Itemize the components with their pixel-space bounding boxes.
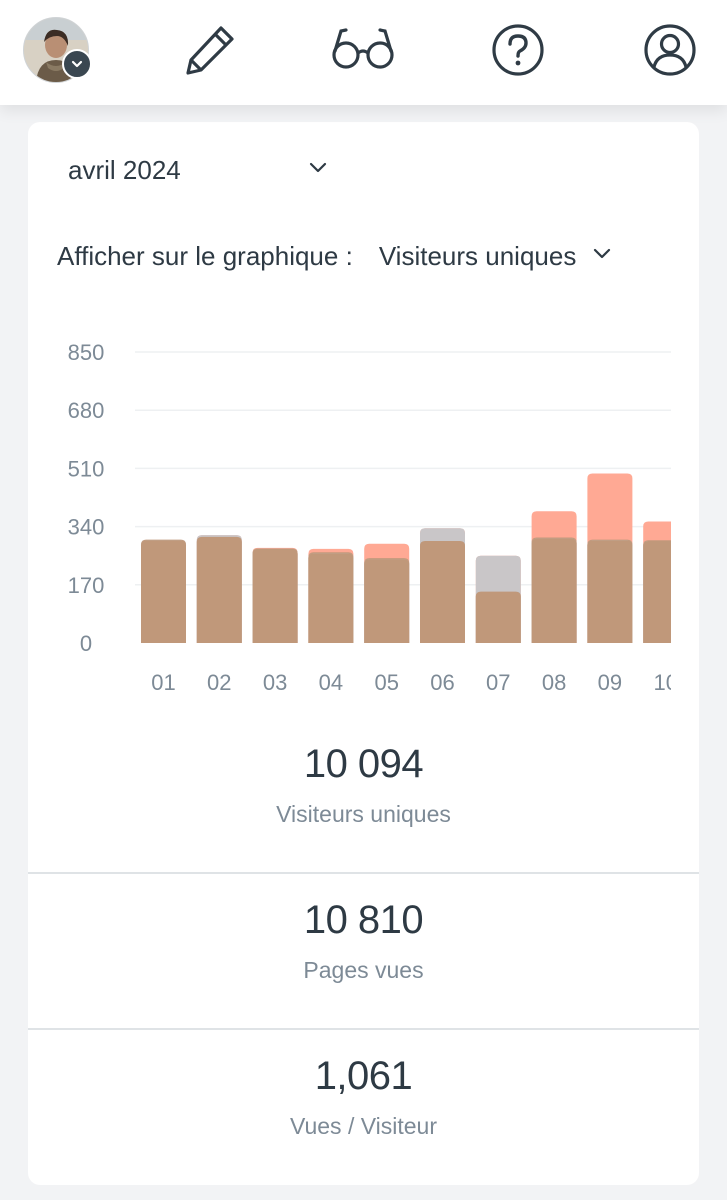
chart-metric-value: Visiteurs uniques <box>378 240 577 271</box>
y-tick-label: 0 <box>80 631 92 656</box>
x-tick-label: 02 <box>207 670 231 695</box>
divider <box>28 1028 699 1030</box>
x-tick-label: 08 <box>542 670 566 695</box>
bar-06-overlap <box>420 540 465 643</box>
account-switcher[interactable] <box>23 17 92 83</box>
bar-07-overlap <box>475 591 521 643</box>
stat-label: Vues / Visiteur <box>289 1113 438 1139</box>
bar-chart: 0 170 340 510 680 850 01 02 03 04 05 06 07 08 09 10 <box>28 322 699 712</box>
y-tick-label: 850 <box>68 340 105 365</box>
glasses-icon[interactable] <box>330 20 396 80</box>
chart-svg: 0 170 340 510 680 850 01 02 03 04 05 06 07 08 09 10 <box>68 340 677 695</box>
divider <box>28 872 699 874</box>
x-tick-label: 01 <box>151 670 175 695</box>
stat-unique-visitors: 10 094 Visiteurs uniques <box>28 742 699 828</box>
stat-value: 1,061 <box>314 1054 413 1098</box>
help-icon[interactable] <box>488 20 548 80</box>
top-navigation-bar <box>0 0 727 105</box>
bar-03-overlap <box>252 548 298 643</box>
stats-card: avril 2024 Afficher sur le graphique : V… <box>28 122 699 1185</box>
stat-label: Pages vues <box>303 957 424 983</box>
x-tick-label: 04 <box>319 670 343 695</box>
month-label: avril 2024 <box>68 154 181 185</box>
bar-09-overlap <box>587 540 633 643</box>
y-tick-label: 340 <box>68 515 105 540</box>
x-tick-label: 07 <box>486 670 510 695</box>
x-tick-label: 03 <box>263 670 287 695</box>
bar-01-overlap <box>141 540 186 643</box>
chevron-down-icon <box>308 161 328 180</box>
chart-metric-dropdown[interactable]: Visiteurs uniques <box>379 241 613 272</box>
stat-page-views: 10 810 Pages vues <box>28 898 699 984</box>
y-tick-label: 170 <box>68 573 105 598</box>
bar-04-overlap <box>308 553 354 643</box>
chart-metric-row: Afficher sur le graphique : Visiteurs un… <box>57 234 677 278</box>
x-tick-label: 09 <box>598 670 622 695</box>
bar-05-overlap <box>364 559 410 643</box>
y-tick-label: 680 <box>68 398 105 423</box>
chevron-down-icon <box>62 49 92 79</box>
bar-08-overlap <box>531 538 577 643</box>
y-tick-label: 510 <box>68 456 105 481</box>
chevron-down-icon <box>592 247 612 266</box>
stat-value: 10 810 <box>303 898 424 942</box>
bar-02-overlap <box>196 536 242 643</box>
x-tick-label: 10 <box>653 670 677 695</box>
stat-label: Visiteurs uniques <box>276 801 451 827</box>
x-tick-label: 05 <box>374 670 398 695</box>
chart-metric-label: Afficher sur le graphique : <box>57 240 353 271</box>
user-icon[interactable] <box>640 20 700 80</box>
month-dropdown[interactable]: avril 2024 <box>68 150 328 190</box>
stat-views-per-visitor: 1,061 Vues / Visiteur <box>28 1054 699 1140</box>
x-tick-label: 06 <box>430 670 454 695</box>
pencil-icon[interactable] <box>180 20 240 80</box>
stat-value: 10 094 <box>303 742 424 786</box>
bar-10-overlap <box>643 540 671 643</box>
